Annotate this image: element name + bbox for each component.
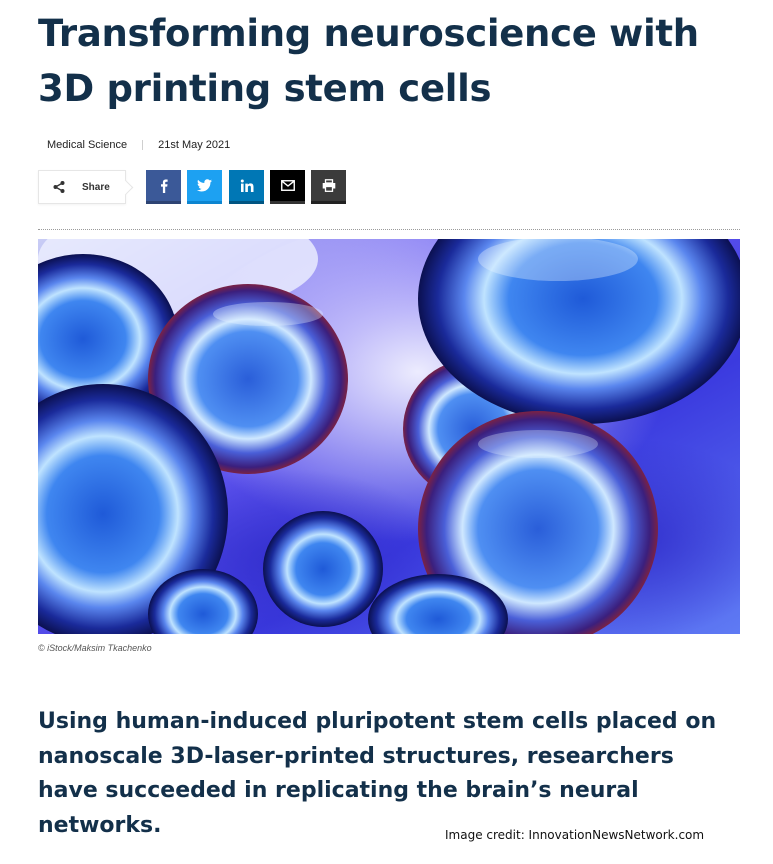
article-title: Transforming neuroscience with 3D printi… (38, 12, 699, 110)
linkedin-share-button[interactable] (229, 170, 264, 204)
hero-image (38, 239, 740, 634)
article-lead: Using human-induced pluripotent stem cel… (38, 709, 717, 838)
facebook-share-button[interactable] (146, 170, 181, 204)
facebook-icon (160, 179, 168, 193)
share-icon (53, 181, 65, 193)
share-button[interactable]: Share (38, 170, 134, 204)
publish-date: 21st May 2021 (158, 139, 231, 151)
email-share-button[interactable] (270, 170, 305, 204)
twitter-icon (197, 179, 212, 192)
image-caption: © iStock/Maksim Tkachenko (38, 643, 152, 653)
share-label: Share (82, 181, 110, 193)
share-arrow (117, 179, 134, 196)
twitter-share-button[interactable] (187, 170, 222, 204)
envelope-icon (280, 180, 295, 191)
category-link[interactable]: Medical Science (47, 139, 127, 151)
section-divider (38, 229, 740, 230)
image-credit: Image credit: InnovationNewsNetwork.com (445, 828, 705, 842)
printer-icon (322, 179, 335, 192)
linkedin-icon (240, 179, 253, 192)
meta-divider (142, 140, 144, 150)
print-button[interactable] (311, 170, 346, 204)
stem-cells-illustration (38, 239, 740, 634)
article-meta: Medical Science 21st May 2021 (47, 139, 230, 151)
